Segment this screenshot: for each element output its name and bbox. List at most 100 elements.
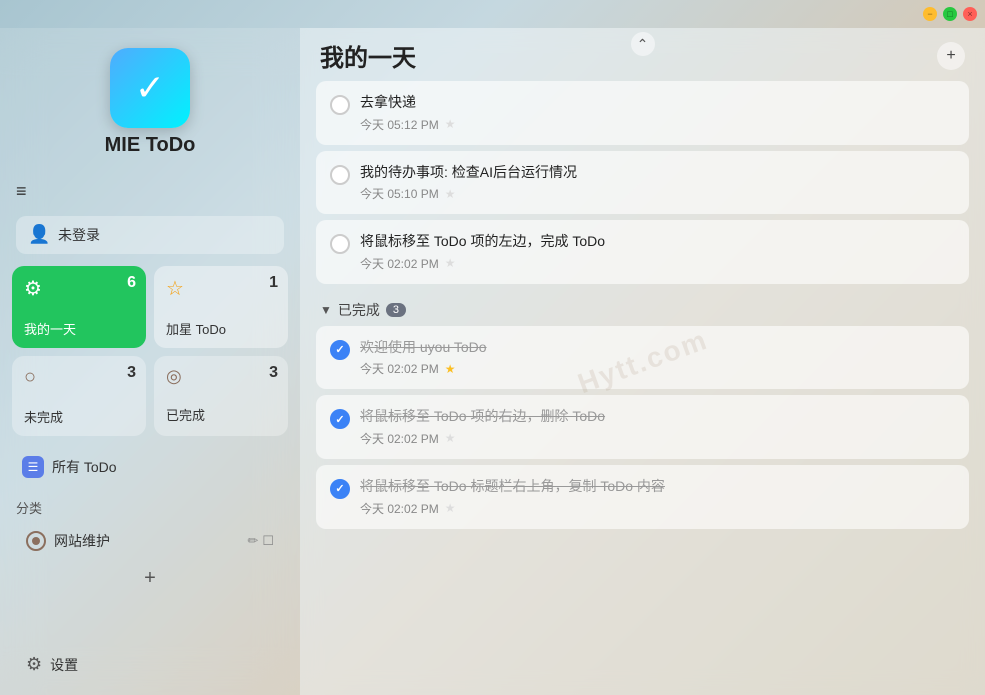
- done-item-3[interactable]: 将鼠标移至 ToDo 标题栏右上角，复制 ToDo 内容 今天 02:02 PM…: [316, 465, 969, 529]
- my-day-count: 6: [127, 274, 136, 292]
- task-item-1[interactable]: 去拿快递 今天 05:12 PM ★: [316, 81, 969, 145]
- complete-label: 已完成: [166, 405, 276, 424]
- settings-row[interactable]: ⚙ 设置: [16, 646, 284, 683]
- smart-card-incomplete[interactable]: 3 ○ 未完成: [12, 356, 146, 436]
- incomplete-label: 未完成: [24, 407, 134, 426]
- task-checkbox-2[interactable]: [330, 165, 350, 185]
- minimize-button[interactable]: −: [923, 7, 937, 21]
- done-time-1: 今天 02:02 PM: [360, 360, 439, 377]
- done-star-2[interactable]: ★: [445, 431, 456, 445]
- task-star-1[interactable]: ★: [445, 117, 456, 131]
- my-day-label: 我的一天: [24, 319, 134, 338]
- content-title: 我的一天: [320, 38, 416, 73]
- app-title: MIE ToDo: [105, 134, 196, 157]
- close-button[interactable]: ×: [963, 7, 977, 21]
- category-dot: [26, 531, 46, 551]
- main-layout: ✓ MIE ToDo ≡ 👤 未登录 6 ⚙ 我的一天: [0, 28, 985, 695]
- complete-icon: ◎: [166, 366, 276, 387]
- done-time-2: 今天 02:02 PM: [360, 430, 439, 447]
- starred-label: 加星 ToDo: [166, 319, 276, 338]
- task-title-2: 我的待办事项: 检查AI后台运行情况: [360, 163, 955, 183]
- content-area: ⌃ 我的一天 + 去拿快递 今天 05:12 PM ★: [300, 28, 985, 695]
- task-content-3: 将鼠标移至 ToDo 项的左边，完成 ToDo 今天 02:02 PM ★: [360, 232, 955, 272]
- task-content-1: 去拿快递 今天 05:12 PM ★: [360, 93, 955, 133]
- all-todo-icon: ☰: [22, 456, 44, 478]
- smart-lists: 6 ⚙ 我的一天 1 ☆ 加星 ToDo 3 ○ 未完成 3 ◎ 已完成: [0, 266, 300, 444]
- maximize-button[interactable]: □: [943, 7, 957, 21]
- done-star-1[interactable]: ★: [445, 362, 456, 376]
- category-dot-inner: [32, 537, 40, 545]
- task-time-3: 今天 02:02 PM: [360, 255, 439, 272]
- all-todo-row[interactable]: ☰ 所有 ToDo: [12, 448, 288, 486]
- app-icon-area: ✓ MIE ToDo: [0, 28, 300, 171]
- category-item-actions: ✏ ☐: [247, 533, 274, 549]
- done-content-2: 将鼠标移至 ToDo 项的右边，删除 ToDo 今天 02:02 PM ★: [360, 407, 955, 447]
- task-star-2[interactable]: ★: [445, 187, 456, 201]
- add-task-button[interactable]: +: [937, 42, 965, 70]
- task-title-1: 去拿快递: [360, 93, 955, 113]
- smart-card-starred[interactable]: 1 ☆ 加星 ToDo: [154, 266, 288, 348]
- header-actions: +: [937, 42, 965, 70]
- starred-icon: ☆: [166, 276, 276, 301]
- completed-label: 已完成: [338, 300, 380, 320]
- task-time-1: 今天 05:12 PM: [360, 116, 439, 133]
- task-meta-2: 今天 05:10 PM ★: [360, 185, 955, 202]
- task-list: 去拿快递 今天 05:12 PM ★ 我的待办事项: 检查AI后台运行情况 今天…: [300, 81, 985, 695]
- task-checkbox-1[interactable]: [330, 95, 350, 115]
- smart-card-complete[interactable]: 3 ◎ 已完成: [154, 356, 288, 436]
- completed-badge: 3: [386, 303, 406, 317]
- sidebar: ✓ MIE ToDo ≡ 👤 未登录 6 ⚙ 我的一天: [0, 28, 300, 695]
- done-time-3: 今天 02:02 PM: [360, 500, 439, 517]
- done-checkbox-2[interactable]: [330, 409, 350, 429]
- user-section: 👤 未登录: [0, 210, 300, 266]
- incomplete-icon: ○: [24, 366, 134, 389]
- category-item-label: 网站维护: [54, 531, 239, 551]
- done-checkbox-3[interactable]: [330, 479, 350, 499]
- settings-label: 设置: [50, 655, 78, 675]
- done-checkbox-1[interactable]: [330, 340, 350, 360]
- completed-section-header[interactable]: ▼ 已完成 3: [316, 290, 969, 326]
- task-item-3[interactable]: 将鼠标移至 ToDo 项的左边，完成 ToDo 今天 02:02 PM ★: [316, 220, 969, 284]
- sidebar-footer: ⚙ 设置: [0, 638, 300, 695]
- task-meta-1: 今天 05:12 PM ★: [360, 116, 955, 133]
- task-checkbox-3[interactable]: [330, 234, 350, 254]
- app-window: − □ × ✓ MIE ToDo ≡ 👤 未登录: [0, 0, 985, 695]
- my-day-icon: ⚙: [24, 276, 134, 301]
- user-row[interactable]: 👤 未登录: [16, 216, 284, 254]
- titlebar: − □ ×: [0, 0, 985, 28]
- edit-icon[interactable]: ✏: [247, 533, 258, 549]
- task-meta-3: 今天 02:02 PM ★: [360, 255, 955, 272]
- all-todo-section: ☰ 所有 ToDo: [0, 444, 300, 494]
- done-title-2: 将鼠标移至 ToDo 项的右边，删除 ToDo: [360, 407, 955, 427]
- task-content-2: 我的待办事项: 检查AI后台运行情况 今天 05:10 PM ★: [360, 163, 955, 203]
- done-content-3: 将鼠标移至 ToDo 标题栏右上角，复制 ToDo 内容 今天 02:02 PM…: [360, 477, 955, 517]
- done-meta-2: 今天 02:02 PM ★: [360, 430, 955, 447]
- incomplete-count: 3: [127, 364, 136, 382]
- done-item-2[interactable]: 将鼠标移至 ToDo 项的右边，删除 ToDo 今天 02:02 PM ★: [316, 395, 969, 459]
- task-title-3: 将鼠标移至 ToDo 项的左边，完成 ToDo: [360, 232, 955, 252]
- settings-icon: ⚙: [26, 654, 42, 675]
- smart-card-my-day[interactable]: 6 ⚙ 我的一天: [12, 266, 146, 348]
- category-item-website[interactable]: 网站维护 ✏ ☐: [16, 523, 284, 559]
- done-item-1[interactable]: 欢迎使用 uyou ToDo 今天 02:02 PM ★: [316, 326, 969, 390]
- done-title-1: 欢迎使用 uyou ToDo: [360, 338, 955, 358]
- app-icon: ✓: [110, 48, 190, 128]
- complete-count: 3: [269, 364, 278, 382]
- category-section: 分类 网站维护 ✏ ☐ +: [0, 494, 300, 602]
- starred-count: 1: [269, 274, 278, 292]
- user-icon: 👤: [28, 224, 50, 246]
- done-meta-1: 今天 02:02 PM ★: [360, 360, 955, 377]
- task-star-3[interactable]: ★: [445, 256, 456, 270]
- done-title-3: 将鼠标移至 ToDo 标题栏右上角，复制 ToDo 内容: [360, 477, 955, 497]
- task-item-2[interactable]: 我的待办事项: 检查AI后台运行情况 今天 05:10 PM ★: [316, 151, 969, 215]
- sidebar-header: ≡: [0, 171, 300, 210]
- delete-icon[interactable]: ☐: [262, 533, 274, 549]
- hamburger-icon[interactable]: ≡: [16, 181, 27, 202]
- add-category-button[interactable]: +: [16, 559, 284, 598]
- user-label: 未登录: [58, 225, 100, 245]
- category-title: 分类: [16, 498, 284, 517]
- task-time-2: 今天 05:10 PM: [360, 185, 439, 202]
- done-meta-3: 今天 02:02 PM ★: [360, 500, 955, 517]
- scroll-up-button[interactable]: ⌃: [631, 32, 655, 56]
- done-star-3[interactable]: ★: [445, 501, 456, 515]
